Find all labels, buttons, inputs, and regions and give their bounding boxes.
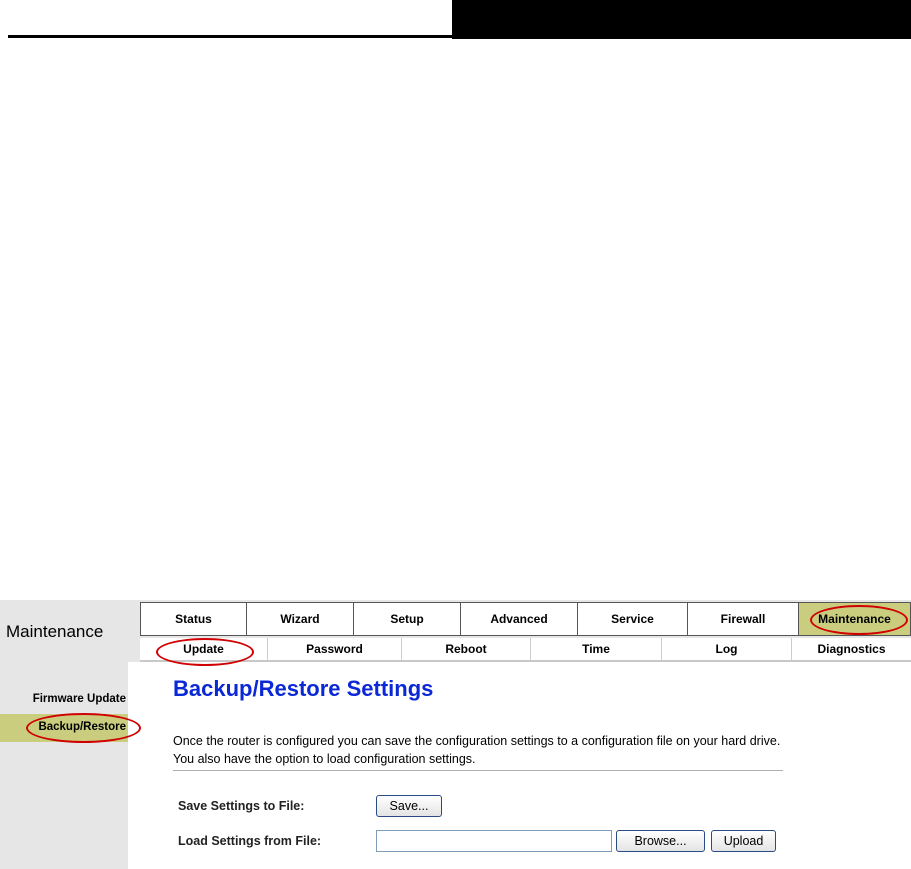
tab-advanced[interactable]: Advanced	[460, 602, 578, 636]
tab-label: Maintenance	[818, 612, 891, 626]
section-divider	[173, 770, 783, 771]
section-title-panel: Maintenance	[0, 600, 140, 662]
page-description: Once the router is configured you can sa…	[173, 734, 781, 766]
subtab-label: Update	[183, 642, 224, 656]
tab-firewall[interactable]: Firewall	[687, 602, 799, 636]
subtab-reboot[interactable]: Reboot	[402, 638, 531, 660]
tab-service[interactable]: Service	[577, 602, 688, 636]
document-header-rule	[8, 35, 452, 38]
upload-button[interactable]: Upload	[711, 830, 776, 852]
tab-label: Wizard	[280, 612, 320, 626]
save-settings-label: Save Settings to File:	[178, 799, 305, 813]
tab-maintenance[interactable]: Maintenance	[798, 602, 911, 636]
subtab-update[interactable]: Update	[140, 638, 268, 660]
tab-label: Advanced	[490, 612, 548, 626]
subtab-time[interactable]: Time	[531, 638, 662, 660]
tab-status[interactable]: Status	[140, 602, 247, 636]
tab-label: Service	[611, 612, 654, 626]
subtab-log[interactable]: Log	[662, 638, 792, 660]
subtab-label: Diagnostics	[817, 642, 886, 656]
sidebar: Firmware Update Backup/Restore	[0, 662, 128, 869]
tab-label: Setup	[390, 612, 424, 626]
page-title: Backup/Restore Settings	[173, 676, 434, 701]
save-button[interactable]: Save...	[376, 795, 442, 817]
subtab-label: Log	[715, 642, 738, 656]
main-content: Backup/Restore Settings Once the router …	[128, 662, 911, 869]
subtab-password[interactable]: Password	[268, 638, 402, 660]
sidebar-item-firmware-update[interactable]: Firmware Update	[0, 686, 128, 714]
tab-wizard[interactable]: Wizard	[246, 602, 354, 636]
subtab-diagnostics[interactable]: Diagnostics	[792, 638, 911, 660]
top-navigation: Status Wizard Setup Advanced Service Fir…	[140, 600, 911, 638]
browse-button[interactable]: Browse...	[616, 830, 705, 852]
subtab-label: Time	[582, 642, 610, 656]
section-title: Maintenance	[6, 622, 104, 641]
router-admin-page: Maintenance Status Wizard Setup Advanced…	[0, 600, 911, 869]
document-header-bar	[452, 0, 911, 39]
top-tab-strip: Status Wizard Setup Advanced Service Fir…	[140, 602, 911, 636]
subtab-label: Password	[306, 642, 363, 656]
sub-navigation: Update Password Reboot Time Log Diagnost…	[140, 638, 911, 662]
sidebar-item-label: Firmware Update	[32, 693, 126, 705]
file-path-input[interactable]	[376, 830, 612, 852]
sidebar-item-label: Backup/Restore	[38, 721, 126, 733]
tab-setup[interactable]: Setup	[353, 602, 461, 636]
load-settings-label: Load Settings from File:	[178, 834, 322, 848]
subtab-label: Reboot	[445, 642, 487, 656]
tab-label: Firewall	[720, 612, 766, 626]
tab-label: Status	[175, 612, 212, 626]
sidebar-item-backup-restore[interactable]: Backup/Restore	[0, 714, 128, 742]
